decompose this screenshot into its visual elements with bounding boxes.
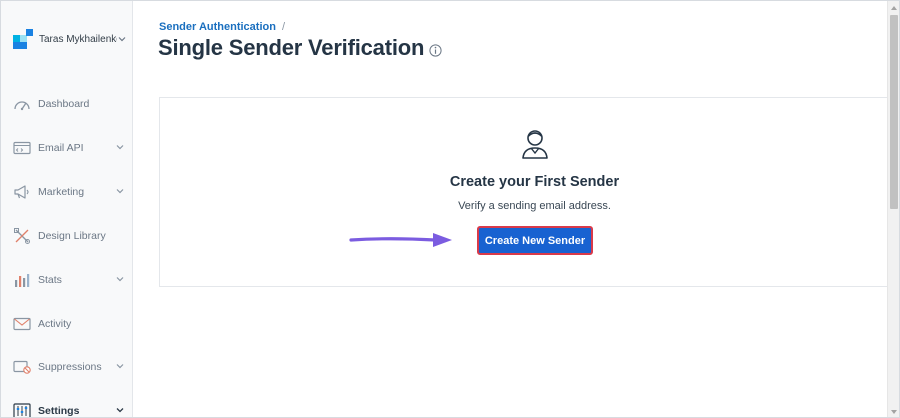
vertical-scrollbar[interactable] [887,1,899,417]
stats-icon [13,271,31,289]
create-new-sender-button[interactable]: Create New Sender [477,226,593,255]
empty-state-title: Create your First Sender [449,174,620,190]
scrollbar-thumb[interactable] [890,15,898,209]
account-switcher[interactable]: Taras Mykhailenko [13,29,131,49]
sidebar-item-settings[interactable]: Settings [13,400,131,417]
empty-state-subtitle: Verify a sending email address. [458,200,611,212]
sidebar-item-email-api[interactable]: Email API [13,137,131,159]
sendgrid-logo [13,29,33,49]
sidebar-item-label: Email API [38,142,84,154]
sidebar-item-design-library[interactable]: Design Library [13,225,131,247]
scroll-up-arrow-icon[interactable] [890,4,898,12]
settings-icon [13,402,31,417]
breadcrumb-link-sender-authentication[interactable]: Sender Authentication [159,21,276,33]
sidebar-item-label: Settings [38,405,80,417]
sidebar-item-label: Stats [38,274,62,286]
annotation-arrow-icon [349,233,452,247]
email-api-icon [13,139,31,157]
chevron-down-icon [116,364,124,369]
info-icon[interactable] [429,44,442,57]
breadcrumb: Sender Authentication / [159,21,285,33]
design-library-icon [13,227,31,245]
dashboard-icon [13,95,31,113]
empty-state-card: Create your First Sender Verify a sendin… [159,97,899,287]
sidebar-item-label: Marketing [38,186,85,198]
chevron-down-icon [116,277,124,282]
sidebar-item-marketing[interactable]: Marketing [13,181,131,203]
chevron-down-icon [116,408,124,413]
scroll-down-arrow-icon[interactable] [890,408,898,416]
app-window: Taras Mykhailenko Dashboard Email API Ma… [0,0,900,418]
sidebar-item-suppressions[interactable]: Suppressions [13,356,131,378]
sidebar-item-label: Design Library [38,230,106,242]
sender-person-icon [522,130,548,159]
breadcrumb-separator: / [281,21,285,33]
chevron-down-icon [118,37,126,42]
chevron-down-icon [116,145,124,150]
sidebar: Taras Mykhailenko Dashboard Email API Ma… [1,1,133,417]
sidebar-item-dashboard[interactable]: Dashboard [13,93,131,115]
account-name: Taras Mykhailenko [39,33,117,45]
sidebar-item-label: Suppressions [38,361,102,373]
chevron-down-icon [116,189,124,194]
page-title: Single Sender Verification [158,35,425,60]
sidebar-item-stats[interactable]: Stats [13,269,131,291]
page-header: Single Sender Verification [158,35,442,61]
suppressions-icon [13,358,31,376]
activity-envelope-icon [13,315,31,333]
sidebar-item-label: Activity [38,318,72,330]
sidebar-item-activity[interactable]: Activity [13,313,131,335]
megaphone-icon [13,183,31,201]
sidebar-item-label: Dashboard [38,98,90,110]
